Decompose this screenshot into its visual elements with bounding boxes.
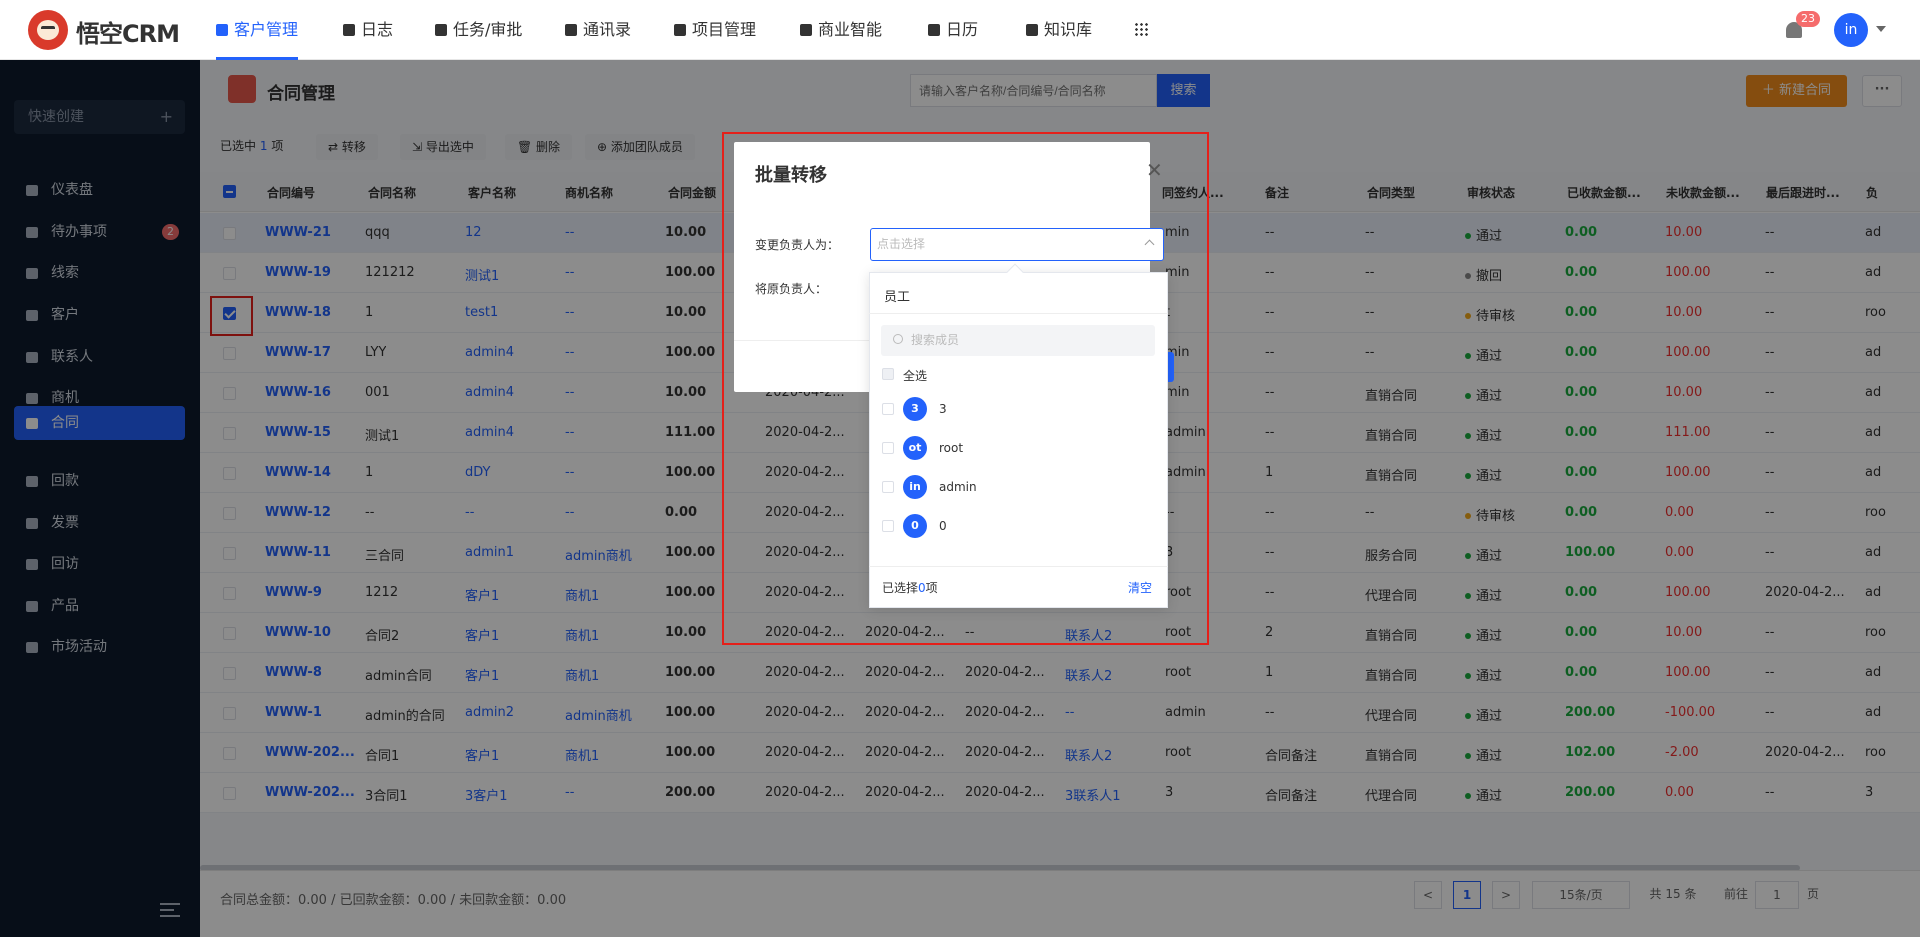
bi-icon xyxy=(800,24,812,36)
nav-log[interactable]: 日志 xyxy=(343,0,393,60)
apps-grid-icon[interactable] xyxy=(1134,22,1149,37)
nav-tasks[interactable]: 任务/审批 xyxy=(435,0,522,60)
project-icon xyxy=(674,24,686,36)
top-nav: 悟空CRM 客户管理 日志 任务/审批 通讯录 项目管理 商业智能 日历 知识库… xyxy=(0,0,1920,60)
user-avatar[interactable]: in xyxy=(1834,13,1868,47)
nav-calendar[interactable]: 日历 xyxy=(928,0,978,60)
nav-projects[interactable]: 项目管理 xyxy=(674,0,756,60)
book-icon xyxy=(1026,24,1038,36)
log-icon xyxy=(343,24,355,36)
nav-knowledge[interactable]: 知识库 xyxy=(1026,0,1092,60)
highlight-box xyxy=(722,132,1209,645)
task-icon xyxy=(435,24,447,36)
chevron-down-icon[interactable] xyxy=(1876,26,1886,32)
nav-contacts[interactable]: 通讯录 xyxy=(565,0,631,60)
calendar-icon xyxy=(928,24,940,36)
brand-name: 悟空CRM xyxy=(76,20,180,48)
notification-badge: 23 xyxy=(1796,11,1820,27)
nav-customer-mgmt[interactable]: 客户管理 xyxy=(216,0,299,60)
user-icon xyxy=(216,24,228,36)
logo-icon xyxy=(28,10,68,50)
nav-bi[interactable]: 商业智能 xyxy=(800,0,882,60)
phonebook-icon xyxy=(565,24,577,36)
